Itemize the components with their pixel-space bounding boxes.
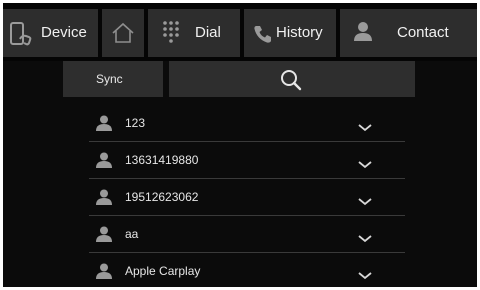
contact-name: 13631419880: [125, 153, 199, 167]
contact-row[interactable]: 123: [89, 105, 405, 142]
tab-dial-label: Dial: [195, 24, 221, 41]
home-icon: [111, 22, 135, 48]
person-icon: [353, 21, 373, 47]
phone-handset-icon: [253, 24, 273, 48]
person-icon: [96, 115, 112, 136]
contact-name: 19512623062: [125, 190, 199, 204]
contact-name: 123: [125, 116, 146, 130]
tab-dial[interactable]: Dial: [148, 9, 240, 57]
sync-button[interactable]: Sync: [63, 61, 163, 97]
tab-history[interactable]: History: [244, 9, 336, 57]
contact-row[interactable]: aa: [89, 216, 405, 253]
contact-name: Apple Carplay: [125, 264, 201, 278]
top-nav-bar: Device Dial History Contact: [3, 3, 477, 61]
contact-name: aa: [125, 227, 139, 241]
contact-row[interactable]: 13631419880: [89, 142, 405, 179]
search-button[interactable]: [169, 61, 415, 97]
person-icon: [96, 226, 112, 247]
keypad-icon: [161, 19, 181, 49]
tab-device[interactable]: Device: [3, 9, 98, 57]
phone-device-icon: [8, 21, 34, 51]
contact-row[interactable]: 19512623062: [89, 179, 405, 216]
chevron-down-icon[interactable]: [358, 119, 372, 137]
tab-contact-label: Contact: [397, 24, 449, 41]
tab-contact[interactable]: Contact: [340, 9, 477, 57]
contact-list: 123 13631419880 19512623062 aa Apple Car…: [89, 105, 405, 287]
phone-app-screen: Device Dial History Contact Sync 123 136…: [3, 3, 477, 287]
tab-history-label: History: [276, 24, 323, 41]
sync-button-label: Sync: [96, 72, 123, 86]
search-icon: [280, 69, 302, 96]
contact-row[interactable]: Apple Carplay: [89, 253, 405, 287]
person-icon: [96, 189, 112, 210]
person-icon: [96, 263, 112, 284]
chevron-down-icon[interactable]: [358, 267, 372, 285]
chevron-down-icon[interactable]: [358, 230, 372, 248]
chevron-down-icon[interactable]: [358, 193, 372, 211]
person-icon: [96, 152, 112, 173]
tab-home[interactable]: [102, 9, 144, 57]
chevron-down-icon[interactable]: [358, 156, 372, 174]
tab-device-label: Device: [41, 24, 87, 41]
